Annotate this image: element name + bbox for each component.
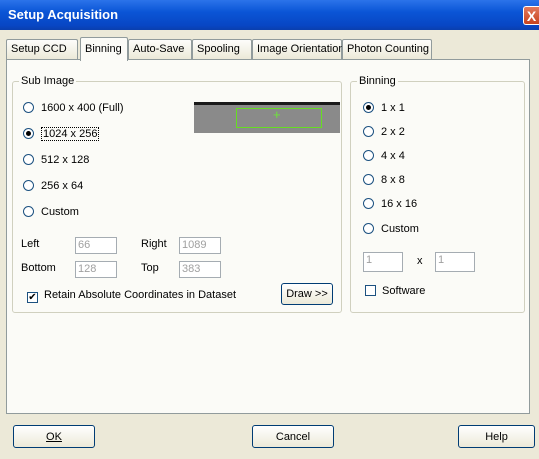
radio-icon [363, 174, 374, 185]
top-label: Top [141, 262, 159, 274]
software-checkbox[interactable]: Software [365, 285, 425, 301]
help-label: Help [485, 431, 508, 443]
radio-icon [363, 223, 374, 234]
binning-option-1x1[interactable]: 1 x 1 [363, 102, 405, 118]
tab-panel-binning: Sub Image + 1600 x 400 (Full) 1024 x 256… [6, 59, 530, 414]
ok-button[interactable]: OK [13, 425, 95, 448]
sub-image-option-256[interactable]: 256 x 64 [23, 180, 83, 196]
option-label: 8 x 8 [381, 174, 405, 186]
option-label: 512 x 128 [41, 154, 90, 166]
radio-icon [363, 198, 374, 209]
sub-image-group: Sub Image + 1600 x 400 (Full) 1024 x 256… [12, 75, 342, 313]
right-label: Right [141, 238, 167, 250]
bottom-label: Bottom [21, 262, 56, 274]
binning-option-4x4[interactable]: 4 x 4 [363, 150, 405, 166]
option-label: 1600 x 400 (Full) [41, 102, 124, 114]
close-button[interactable]: X [523, 6, 539, 25]
radio-selected-icon [363, 102, 374, 113]
tab-image-orientation[interactable]: Image Orientation [252, 39, 344, 59]
left-field[interactable]: 66 [75, 237, 117, 254]
custom-bin-x-field[interactable]: 1 [363, 252, 403, 272]
binning-option-16x16[interactable]: 16 x 16 [363, 198, 417, 214]
binning-title: Binning [357, 75, 398, 87]
bottom-field[interactable]: 128 [75, 261, 117, 278]
title-bar[interactable]: Setup Acquisition [0, 0, 539, 30]
roi-marker-icon: + [273, 107, 281, 122]
sub-image-title: Sub Image [19, 75, 77, 87]
times-label: x [417, 255, 423, 267]
sub-image-option-full[interactable]: 1600 x 400 (Full) [23, 102, 124, 118]
retain-coordinates-checkbox[interactable]: ✔ Retain Absolute Coordinates in Dataset [27, 289, 236, 305]
sub-image-option-512[interactable]: 512 x 128 [23, 154, 89, 170]
option-label: 16 x 16 [381, 198, 418, 210]
cancel-label: Cancel [275, 431, 311, 443]
option-label: Custom [381, 223, 419, 235]
software-label: Software [382, 285, 426, 297]
radio-icon [23, 206, 34, 217]
option-label: 256 x 64 [41, 180, 84, 192]
ok-label: OK [46, 431, 62, 443]
binning-option-2x2[interactable]: 2 x 2 [363, 126, 405, 142]
option-label: Custom [41, 206, 79, 218]
binning-group: Binning 1 x 1 2 x 2 4 x 4 8 x 8 16 x 16 … [350, 75, 525, 313]
binning-option-custom[interactable]: Custom [363, 223, 419, 239]
checkbox-empty-icon [365, 285, 376, 296]
option-label: 4 x 4 [381, 150, 405, 162]
radio-icon [363, 126, 374, 137]
radio-icon [23, 154, 34, 165]
roi-rectangle[interactable]: + [236, 107, 322, 128]
window-title: Setup Acquisition [8, 7, 119, 22]
check-icon: ✔ [27, 292, 38, 303]
option-label: 2 x 2 [381, 126, 405, 138]
tab-spooling[interactable]: Spooling [192, 39, 252, 59]
option-label: 1 x 1 [381, 102, 405, 114]
sub-image-option-custom[interactable]: Custom [23, 206, 79, 222]
top-field[interactable]: 383 [179, 261, 221, 278]
sub-image-preview[interactable]: + [194, 102, 340, 133]
radio-selected-icon [23, 128, 34, 139]
radio-icon [23, 180, 34, 191]
retain-coordinates-label: Retain Absolute Coordinates in Dataset [44, 289, 237, 301]
tab-binning[interactable]: Binning [80, 37, 128, 61]
radio-icon [363, 150, 374, 161]
binning-option-8x8[interactable]: 8 x 8 [363, 174, 405, 190]
custom-bin-y-field[interactable]: 1 [435, 252, 475, 272]
close-icon: X [526, 8, 537, 24]
option-label: 1024 x 256 [41, 127, 100, 141]
cancel-button[interactable]: Cancel [252, 425, 334, 448]
right-field[interactable]: 1089 [179, 237, 221, 254]
help-button[interactable]: Help [458, 425, 535, 448]
draw-button[interactable]: Draw >> [281, 283, 333, 305]
tab-setup-ccd[interactable]: Setup CCD [6, 39, 78, 59]
preview-top-bar [194, 102, 340, 105]
tab-auto-save[interactable]: Auto-Save [128, 39, 192, 59]
sub-image-option-1024[interactable]: 1024 x 256 [23, 127, 100, 144]
radio-icon [23, 102, 34, 113]
left-label: Left [21, 238, 40, 250]
tab-photon-counting[interactable]: Photon Counting [342, 39, 432, 59]
